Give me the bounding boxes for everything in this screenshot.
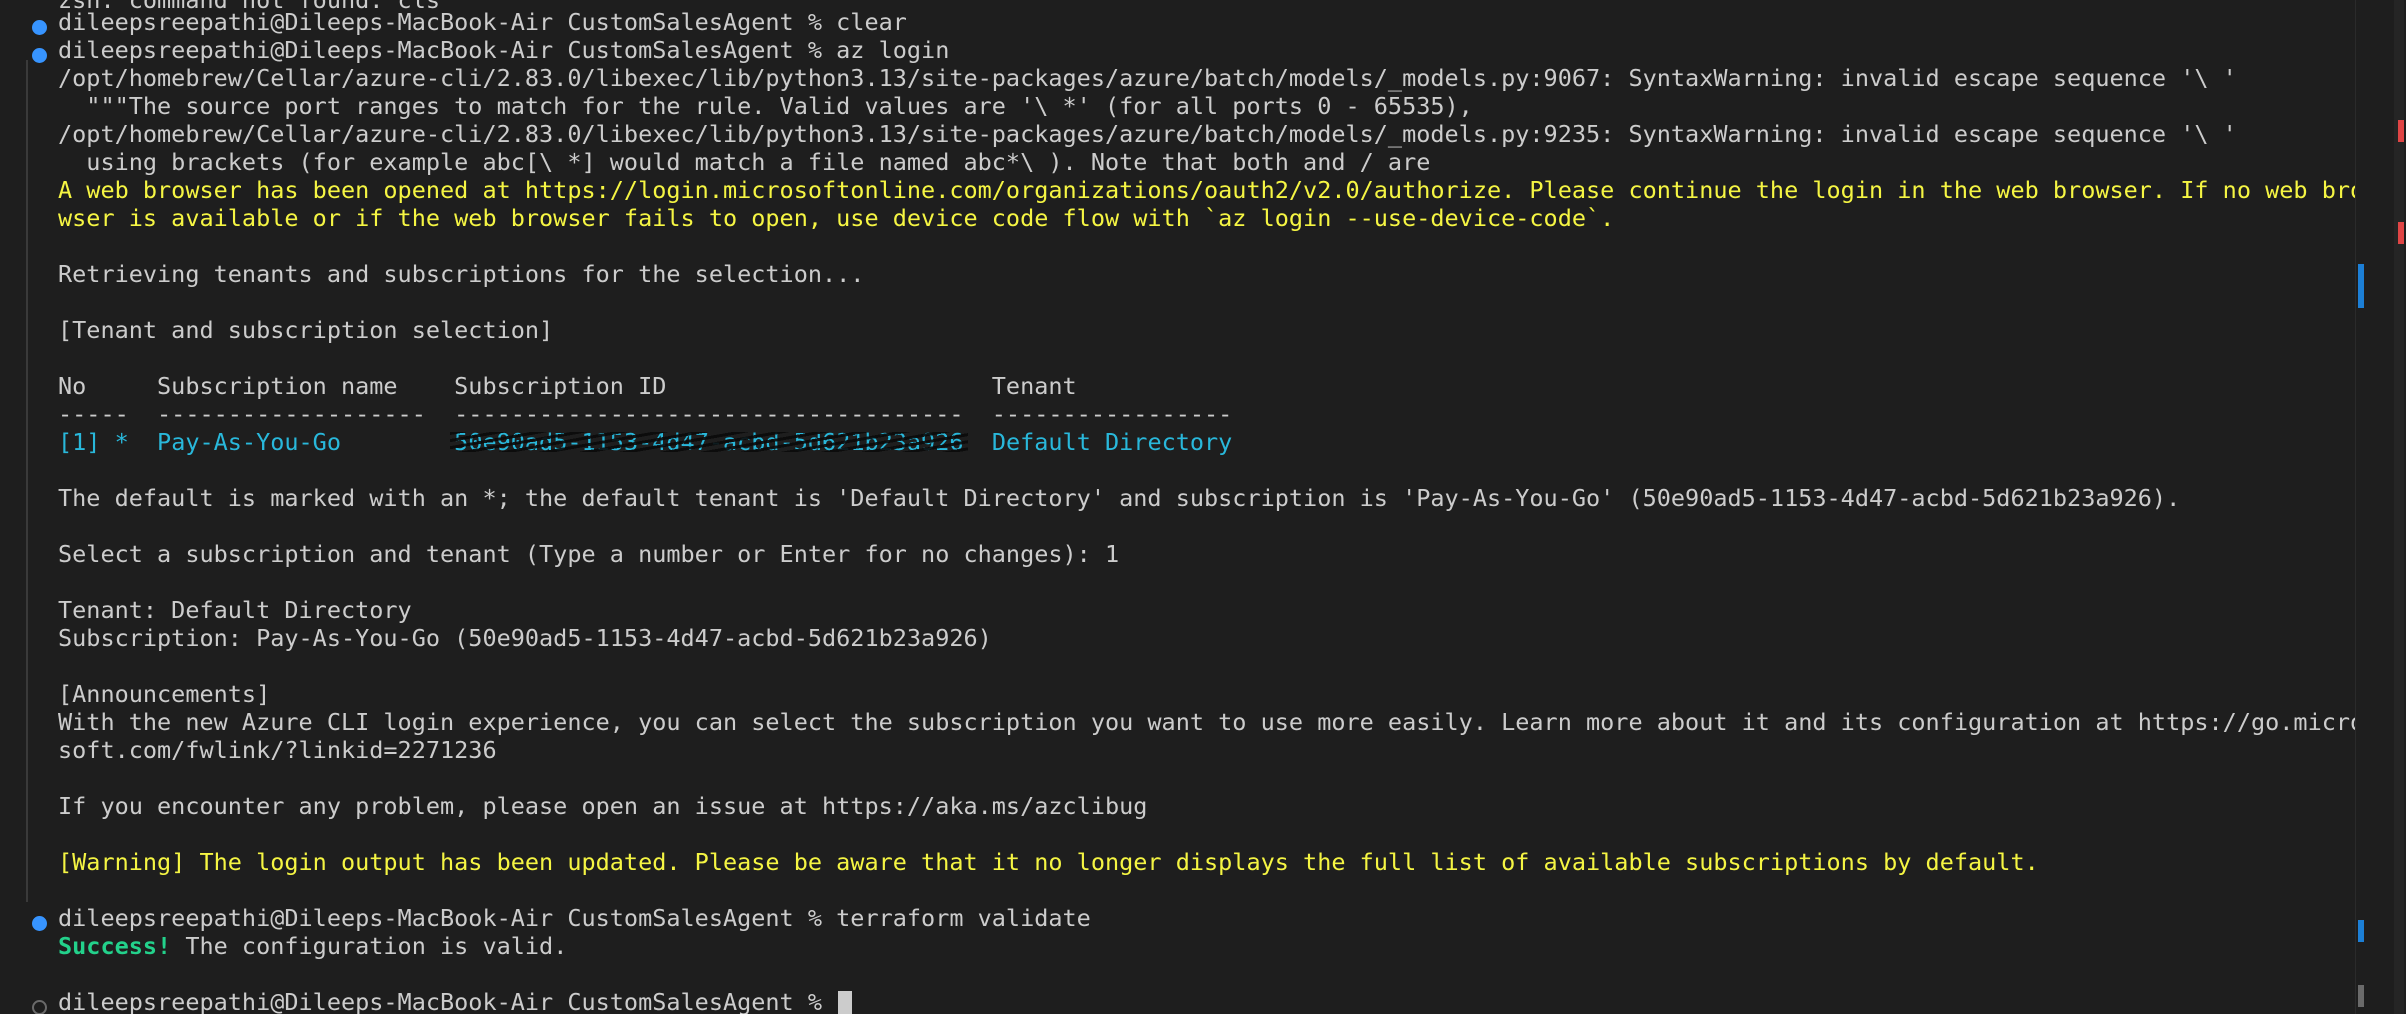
- terminal-line: With the new Azure CLI login experience,…: [58, 708, 2365, 736]
- vertical-scrollbar[interactable]: [2355, 0, 2406, 1014]
- prompt-text: dileepsreepathi@Dileeps-MacBook-Air Cust…: [58, 988, 837, 1014]
- command-group-gutter: [26, 60, 28, 902]
- terminal-line: using brackets (for example abc[\ *] wou…: [58, 148, 1431, 176]
- success-message: The configuration is valid.: [171, 932, 568, 960]
- scroll-marker-command: [2358, 920, 2364, 942]
- row-number: [1] *: [58, 428, 129, 456]
- terminal-line: soft.com/fwlink/?linkid=2271236: [58, 736, 497, 764]
- scroll-marker-command: [2358, 264, 2364, 308]
- terminal-line: dileepsreepathi@Dileeps-MacBook-Air Cust…: [58, 8, 907, 36]
- row-tenant: Default Directory: [991, 428, 1233, 456]
- command-decoration-icon[interactable]: [32, 48, 47, 63]
- terminal-line: /opt/homebrew/Cellar/azure-cli/2.83.0/li…: [58, 120, 2237, 148]
- row-subscription-id: 50e90ad5-1153-4d47-acbd-5d621b23a926: [450, 428, 968, 456]
- terminal-line: [Announcements]: [58, 680, 271, 708]
- table-header: No Subscription name Subscription ID Ten…: [58, 372, 1077, 400]
- terminal-prompt-line[interactable]: dileepsreepathi@Dileeps-MacBook-Air Cust…: [58, 988, 853, 1014]
- success-label: Success!: [58, 932, 172, 960]
- command-decoration-idle-icon: [32, 1000, 47, 1014]
- row-subscription-name: Pay-As-You-Go: [157, 428, 341, 456]
- command-decoration-icon[interactable]: [32, 916, 47, 931]
- terminal-line: dileepsreepathi@Dileeps-MacBook-Air Cust…: [58, 904, 1091, 932]
- terminal-line: dileepsreepathi@Dileeps-MacBook-Air Cust…: [58, 36, 950, 64]
- scroll-marker-error: [2398, 222, 2404, 244]
- terminal-line-warning: [Warning] The login output has been upda…: [58, 848, 2039, 876]
- terminal-line: If you encounter any problem, please ope…: [58, 792, 1148, 820]
- table-divider: ----- ------------------- --------------…: [58, 400, 1233, 428]
- scroll-marker-cursor: [2358, 985, 2364, 1007]
- terminal-panel[interactable]: zsh: command not found: cls dileepsreepa…: [0, 0, 2406, 1014]
- terminal-line: Select a subscription and tenant (Type a…: [58, 540, 1120, 568]
- cursor: [838, 991, 853, 1014]
- terminal-line-warning: A web browser has been opened at https:/…: [58, 176, 2365, 204]
- terminal-line: """The source port ranges to match for t…: [58, 92, 1473, 120]
- command-decoration-icon[interactable]: [32, 20, 47, 35]
- terminal-line: Tenant: Default Directory: [58, 596, 412, 624]
- terminal-line-warning: wser is available or if the web browser …: [58, 204, 1615, 232]
- scroll-marker-error: [2398, 120, 2404, 142]
- terminal-line: The default is marked with an *; the def…: [58, 484, 2181, 512]
- terminal-line: Retrieving tenants and subscriptions for…: [58, 260, 865, 288]
- terminal-line: /opt/homebrew/Cellar/azure-cli/2.83.0/li…: [58, 64, 2237, 92]
- terminal-line: Subscription: Pay-As-You-Go (50e90ad5-11…: [58, 624, 992, 652]
- table-row: [1] * Pay-As-You-Go 50e90ad5-1153-4d47-a…: [58, 428, 1232, 456]
- scrollbar-track[interactable]: [2394, 0, 2404, 1014]
- terminal-line: Success! The configuration is valid.: [58, 932, 567, 960]
- terminal-line: [Tenant and subscription selection]: [58, 316, 554, 344]
